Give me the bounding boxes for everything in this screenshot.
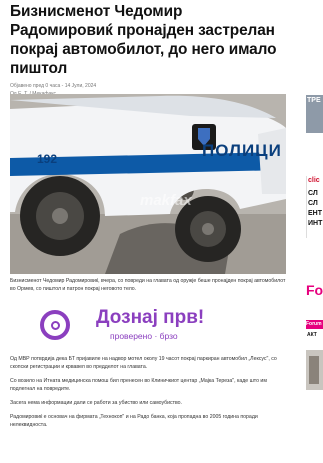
article-main: Бизнисменот Чедомир Радомировиќ пронајде… (10, 0, 288, 428)
sidebar-ad-text: ЕНТ (308, 210, 322, 217)
ad-title: Дознај прв! (96, 307, 205, 328)
sidebar-ad-text: clic (308, 177, 320, 184)
sidebar-ad-text: ТРЕ (307, 97, 321, 104)
article-paragraph: Бизнисменот Чедомир Радомировиќ, вчера, … (10, 278, 286, 292)
article-headline: Бизнисменот Чедомир Радомировиќ пронајде… (10, 3, 277, 77)
photo-watermark: makfax (140, 192, 192, 209)
sidebar-ad-text: СЛ (308, 190, 318, 197)
viber-ad-banner[interactable]: Дознај прв! проверено · брзо (10, 299, 288, 349)
sidebar-ad-1[interactable]: ТРЕ (306, 95, 323, 133)
photo-police-text: ПОЛИЦИ (202, 141, 282, 160)
article-paragraph: Радомировиќ е основач на фирмата „Технок… (10, 414, 258, 428)
sidebar-ad-text: ИНТ (308, 220, 323, 227)
article-body: Бизнисменот Чедомир Радомировиќ, вчера, … (10, 277, 288, 435)
sidebar-ad-text: СЛ (308, 200, 318, 207)
article-paragraph: Засега нема информации дали се работи за… (10, 400, 182, 406)
ad-subtitle: проверено · брзо (110, 331, 178, 341)
sidebar-ad-text: Fo (306, 282, 323, 298)
sidebar-ad-3[interactable]: Fo Forum АКТ (306, 282, 323, 342)
sidebar-ad-text: Forum (306, 320, 323, 329)
sidebar-ad-text: АКТ (307, 332, 317, 338)
photo-car-number: 192 (37, 152, 58, 166)
article-photo: 192 ПОЛИЦИ makfax (10, 94, 286, 274)
sidebar-ad-2[interactable]: clic СЛ СЛ ЕНТ ИНТ (306, 176, 323, 238)
article-paragraph: Од МВР потврдија дека БТ пријавиле на на… (10, 356, 277, 370)
sidebar-ad-image (309, 356, 319, 384)
viber-icon (40, 310, 70, 340)
sidebar-ad-4[interactable] (306, 350, 323, 390)
article-paragraph: Со возило на Итната медицинска помош бил… (10, 378, 267, 392)
article-date: Објавено пред 0 часа - 14 Јули, 2024 (10, 83, 97, 89)
